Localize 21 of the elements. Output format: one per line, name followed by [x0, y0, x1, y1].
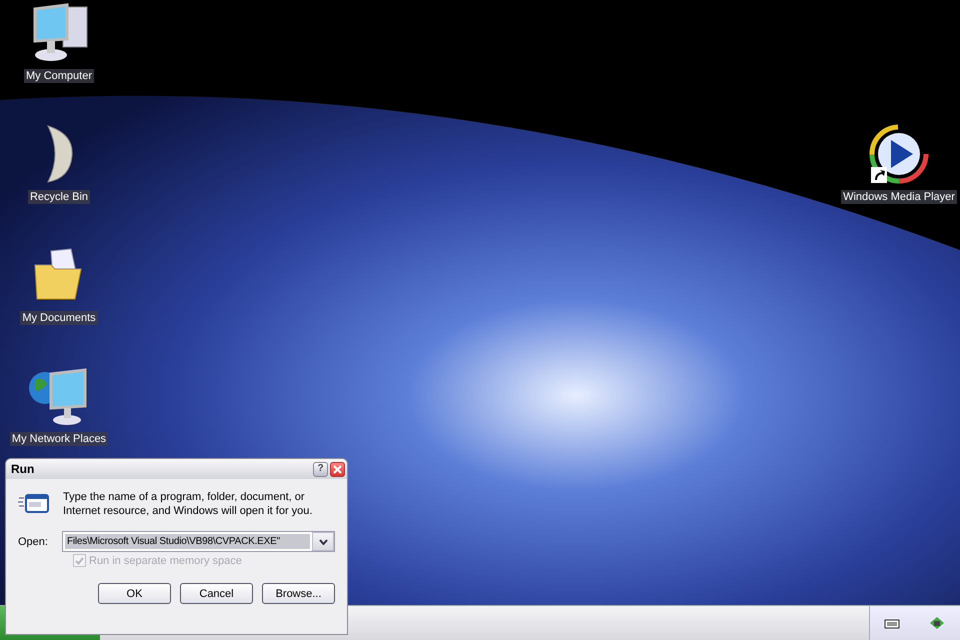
desktop-icon-label[interactable]: My Documents	[20, 311, 98, 325]
dialog-button[interactable]: OK	[98, 583, 171, 604]
dialog-button[interactable]: Cancel	[180, 583, 253, 604]
crescent-moon-icon	[44, 124, 74, 184]
window-title: Run	[11, 462, 34, 476]
desktop-icon-label[interactable]: My Computer	[24, 69, 94, 83]
network-tray-icon[interactable]	[928, 615, 946, 631]
dropdown-button[interactable]	[312, 532, 334, 551]
open-label: Open:	[18, 536, 48, 548]
close-button[interactable]	[330, 462, 345, 476]
caret-icon	[318, 538, 328, 544]
help-button[interactable]: ?	[313, 462, 328, 476]
dialog-button[interactable]: Browse...	[262, 583, 335, 604]
keyboard-icon	[884, 617, 900, 629]
close-icon	[333, 464, 342, 474]
desktop-icon-label[interactable]: My Network Places	[10, 432, 108, 446]
checkbox-label: Run in separate memory space	[89, 554, 242, 566]
desktop-icon-label[interactable]: Recycle Bin	[28, 190, 90, 204]
instruction-text: Type the name of a program, folder, document, or Internet resource, and Windows will open it for you.	[63, 490, 314, 518]
desktop-icon-label[interactable]: Windows Media Player	[841, 190, 957, 204]
open-combo-box[interactable]: Files\Microsoft Visual Studio\VB98\CVPACK.EXE"	[62, 531, 335, 552]
